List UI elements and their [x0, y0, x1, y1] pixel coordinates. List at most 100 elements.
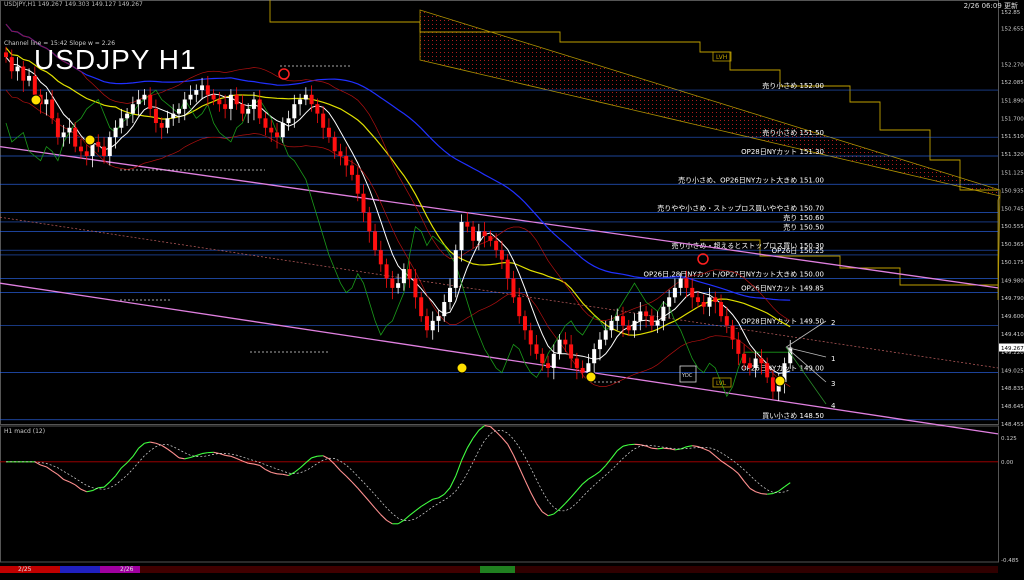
price-axis-label-19: 148.835	[1001, 386, 1024, 392]
macd-segment	[473, 430, 479, 438]
macd-segment	[167, 449, 173, 453]
candle-body	[385, 264, 389, 278]
macd-segment	[387, 520, 393, 523]
candle-body	[523, 316, 527, 330]
macd-segment	[611, 451, 617, 459]
macd-segment	[577, 484, 583, 491]
macd-segment	[686, 446, 692, 447]
level-label-13: 買い小さめ 148.50	[762, 411, 824, 420]
candle-body	[477, 231, 481, 240]
projection-4: 4	[831, 402, 836, 410]
macd-segment	[767, 494, 773, 495]
price-axis-label-14: 149.790	[1001, 296, 1024, 302]
macd-label: H1 macd (12)	[4, 428, 45, 435]
candle-body	[183, 99, 187, 108]
level-label-4: 売りやや小さめ・ストップロス買いややさめ 150.70	[657, 204, 824, 213]
pivot-marker-4	[775, 376, 785, 386]
candle-body	[310, 95, 314, 104]
candle-body	[702, 302, 706, 307]
projection-1: 1	[831, 355, 835, 363]
candle-body	[16, 67, 20, 72]
macd-segment	[121, 463, 127, 468]
time-scale-bar	[0, 566, 998, 573]
candle-body	[535, 344, 539, 353]
candle-body	[327, 128, 331, 137]
macd-axis-zero: 0.00	[1001, 460, 1014, 466]
macd-segment	[144, 442, 150, 443]
macd-segment	[784, 483, 790, 487]
time-seg	[140, 566, 480, 573]
macd-segment	[133, 448, 139, 456]
price-axis-label-5: 151.510	[1001, 134, 1024, 140]
macd-segment	[69, 482, 75, 485]
macd-segment	[265, 470, 271, 473]
price-axis-label-21: 148.455	[1001, 422, 1024, 428]
macd-segment	[710, 451, 716, 456]
macd-segment	[196, 454, 202, 456]
macd-segment	[502, 438, 508, 445]
macd-segment	[756, 492, 762, 494]
level-label-0: 売り小さめ 152.00	[762, 81, 824, 90]
candle-body	[73, 128, 77, 147]
candle-body	[240, 104, 244, 113]
candle-body	[223, 104, 227, 109]
macd-segment	[658, 448, 664, 449]
time-seg	[515, 566, 998, 573]
candle-body	[552, 354, 556, 368]
price-axis-label-16: 149.410	[1001, 332, 1024, 338]
candle-body	[633, 321, 637, 330]
candle-body	[194, 90, 198, 95]
candle-body	[575, 359, 579, 368]
candle-body	[708, 297, 712, 306]
macd-segment	[462, 448, 468, 461]
macd-segment	[750, 488, 756, 491]
macd-segment	[433, 498, 439, 499]
macd-segment	[185, 457, 191, 458]
level-label-5: 売り 150.60	[783, 213, 824, 222]
macd-segment	[52, 471, 58, 475]
macd-segment	[358, 488, 364, 495]
ydc-label: YDC	[681, 373, 693, 379]
macd-segment	[467, 438, 473, 448]
time-seg	[480, 566, 515, 573]
candle-body	[661, 307, 665, 321]
resistance-marker-1	[698, 254, 708, 264]
candle-body	[367, 213, 371, 232]
macd-segment	[496, 432, 502, 438]
macd-segment	[75, 485, 81, 489]
price-axis-label-2: 152.085	[1001, 80, 1024, 86]
macd-segment	[560, 503, 566, 509]
price-axis-label-6: 151.320	[1001, 152, 1024, 158]
macd-segment	[600, 465, 606, 471]
candle-body	[569, 344, 573, 358]
candle-body	[27, 76, 31, 81]
candle-body	[771, 377, 775, 391]
candle-body	[344, 156, 348, 165]
candle-body	[627, 326, 631, 331]
macd-segment	[537, 504, 543, 512]
macd-segment	[554, 509, 560, 514]
candle-body	[56, 118, 60, 137]
macd-segment	[237, 459, 243, 462]
macd-segment	[404, 515, 410, 520]
macd-segment	[623, 445, 629, 446]
candle-body	[644, 311, 648, 316]
projection-2: 2	[831, 319, 835, 327]
macd-segment	[283, 474, 289, 475]
candle-body	[252, 99, 256, 108]
macd-segment	[340, 471, 346, 476]
macd-segment	[352, 482, 358, 488]
candle-body	[742, 354, 746, 363]
macd-segment	[271, 472, 277, 473]
level-label-11: OP28日NYカット 149.50	[741, 318, 824, 326]
macd-segment	[87, 491, 93, 492]
candle-body	[338, 151, 342, 156]
time-seg	[60, 566, 100, 573]
level-label-2: OP28日NYカット 151.30	[741, 148, 824, 156]
candle-body	[125, 114, 129, 119]
macd-segment	[104, 482, 110, 487]
projection-3: 3	[831, 380, 835, 388]
level-label-3: 売り小さめ、OP26日NYカット大きめ 151.00	[678, 175, 824, 184]
candle-body	[85, 151, 89, 156]
candle-body	[719, 302, 723, 316]
